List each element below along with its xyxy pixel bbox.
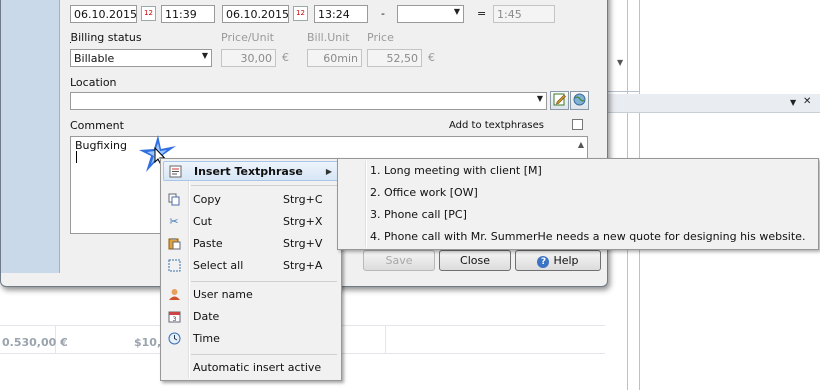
pane-header [605, 94, 820, 113]
price-label: Price [367, 31, 394, 44]
minus-label: - [381, 7, 385, 20]
menu-item-select-all[interactable]: Select all Strg+A [163, 256, 339, 276]
end-time-field[interactable]: 13:24 [314, 5, 368, 23]
textphrase-item[interactable]: 1. Long meeting with client [M] [370, 160, 542, 182]
menu-shortcut: Strg+X [283, 215, 323, 228]
textphrase-item[interactable]: 2. Office work [OW] [370, 182, 478, 204]
currency-label: € [428, 51, 435, 64]
bill-unit-label: Bill.Unit [307, 31, 350, 44]
billing-status-label: BBilling status [70, 31, 142, 44]
chevron-down-icon: ▼ [201, 51, 208, 60]
edit-pencil-icon[interactable] [550, 91, 569, 110]
price-unit-field: 30,00 [221, 49, 276, 67]
close-button[interactable]: Close [439, 250, 511, 271]
pin-icon[interactable]: ▼ [790, 98, 796, 107]
start-time-field[interactable]: 11:39 [161, 5, 215, 23]
billing-status-select[interactable]: Billable ▼ [70, 49, 212, 67]
end-date-field[interactable]: 06.10.2015 [222, 5, 289, 23]
menu-item-paste[interactable]: Paste Strg+V [163, 234, 339, 254]
menu-item-cut[interactable]: ✂ Cut Strg+X [163, 212, 339, 232]
add-to-textphrases-label: Add to textphrases [449, 120, 544, 131]
textphrase-submenu: 1. Long meeting with client [M] 2. Offic… [337, 158, 819, 250]
help-label: Help [553, 254, 579, 267]
menu-label: Cut [193, 215, 212, 228]
location-select[interactable]: ▼ [70, 92, 547, 110]
start-date-field[interactable]: 06.10.2015 [70, 5, 137, 23]
duration-field: 1:45 [493, 5, 555, 23]
textphrase-item[interactable]: 4. Phone call with Mr. SummerHe needs a … [370, 226, 805, 248]
save-button[interactable]: Save [363, 250, 435, 271]
menu-shortcut: Strg+V [283, 237, 323, 250]
textphrase-item[interactable]: 3. Phone call [PC] [370, 204, 467, 226]
textphrase-icon [168, 165, 182, 179]
amount-cell: $10, [134, 336, 162, 349]
calendar-icon[interactable]: 12 [293, 6, 308, 21]
calendar-icon[interactable]: 12 [141, 6, 156, 21]
calendar-icon: 3 [167, 310, 181, 324]
help-button[interactable]: ? Help [515, 250, 601, 271]
equals-label: = [477, 7, 487, 20]
menu-item-copy[interactable]: Copy Strg+C [163, 190, 339, 210]
select-all-icon [167, 259, 181, 273]
dialog-sidebar [1, 0, 60, 273]
chevron-right-icon: ▶ [325, 167, 332, 176]
text-caret [76, 151, 77, 163]
comment-label: Comment [70, 119, 124, 132]
help-icon: ? [537, 256, 550, 268]
comment-text: Bugfixing [75, 139, 127, 152]
menu-label: Insert Textphrase [194, 165, 303, 178]
menu-shortcut: Strg+A [283, 259, 323, 272]
break-select[interactable]: ▼ [397, 5, 464, 23]
menu-label: User name [193, 288, 253, 301]
amount-cell: 0.530,00 € [2, 336, 68, 349]
menu-label: Select all [193, 259, 244, 272]
billing-status-text: Billing status [70, 31, 142, 44]
price-unit-label: Price/Unit [221, 31, 274, 44]
globe-icon[interactable] [570, 91, 589, 110]
location-label: Location [70, 76, 117, 89]
menu-item-time[interactable]: Time [163, 329, 339, 349]
close-icon[interactable]: ✕ [803, 96, 811, 107]
billing-status-value: Billable [74, 52, 115, 65]
menu-shortcut: Strg+C [283, 193, 323, 206]
clipboard-icon [167, 237, 181, 251]
price-field: 52,50 [367, 49, 422, 67]
menu-item-user-name[interactable]: User name [163, 285, 339, 305]
copy-icon [167, 193, 181, 207]
menu-label: Paste [193, 237, 223, 250]
currency-label: € [282, 51, 289, 64]
menu-label: Copy [193, 193, 221, 206]
scissors-icon: ✂ [169, 215, 179, 228]
menu-item-date[interactable]: 3 Date [163, 307, 339, 327]
menu-label: Automatic insert active [193, 361, 322, 374]
chevron-down-icon: ▼ [453, 7, 460, 16]
add-to-textphrases-checkbox[interactable] [572, 119, 583, 130]
scroll-down-icon[interactable]: ▼ [617, 58, 623, 67]
bill-unit-field: 60min [307, 49, 362, 67]
context-menu: Insert Textphrase ▶ Copy Strg+C ✂ Cut St… [160, 158, 342, 381]
menu-item-insert-textphrase[interactable]: Insert Textphrase ▶ [163, 161, 339, 181]
scroll-up-icon[interactable]: ▲ [578, 140, 584, 149]
clock-icon [167, 332, 181, 346]
menu-item-automatic-insert[interactable]: Automatic insert active [163, 358, 339, 378]
menu-label: Date [193, 310, 220, 323]
svg-text:3: 3 [172, 316, 176, 323]
menu-label: Time [193, 332, 220, 345]
chevron-down-icon: ▼ [536, 94, 543, 103]
user-icon [167, 288, 181, 302]
